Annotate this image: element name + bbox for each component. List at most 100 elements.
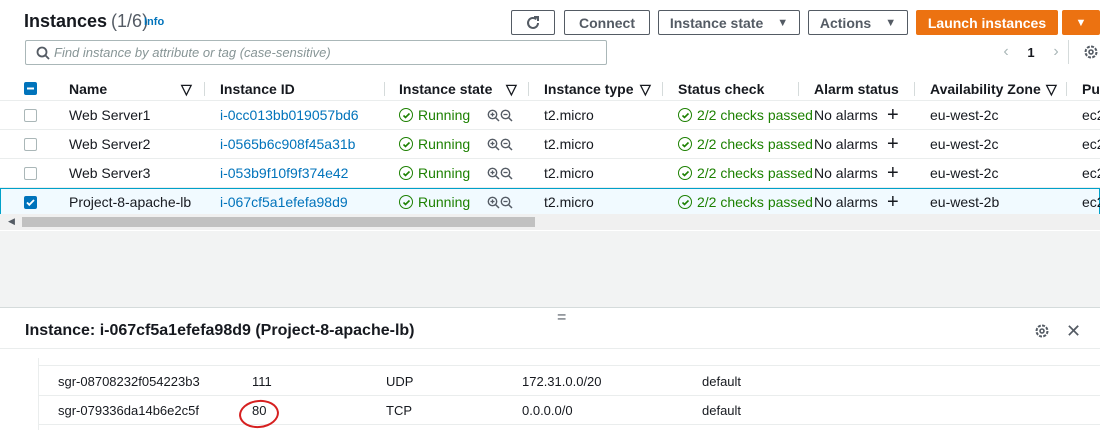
page-title: Instances (1/6) (24, 11, 148, 32)
source: 172.31.0.0/20 (522, 374, 602, 389)
zoom-out-icon[interactable] (500, 167, 513, 180)
actions-button[interactable]: Actions ▼ (808, 10, 908, 35)
drag-handle-icon[interactable]: = (557, 309, 566, 327)
row-checkbox[interactable] (24, 196, 37, 209)
rule-id: sgr-079336da14b6e2c5f (58, 403, 199, 418)
status-check: 2/2 checks passed (678, 159, 813, 187)
col-public[interactable]: Pul (1082, 77, 1100, 101)
row-checkbox[interactable] (24, 109, 37, 122)
add-alarm-icon[interactable]: + (887, 130, 899, 158)
page-title-text: Instances (24, 11, 108, 31)
instance-id-link[interactable]: i-0cc013bb019057bd6 (220, 101, 359, 129)
check-circle-icon (678, 108, 692, 122)
availability-zone: eu-west-2c (930, 107, 999, 123)
next-page-icon[interactable]: › (1046, 43, 1066, 61)
col-instance-state[interactable]: Instance state (399, 77, 492, 101)
instance-type: t2.micro (544, 107, 594, 123)
col-instance-id[interactable]: Instance ID (220, 77, 295, 101)
settings-gear-icon[interactable] (1083, 44, 1099, 63)
zoom-icons (487, 188, 513, 216)
zoom-out-icon[interactable] (500, 196, 513, 209)
instance-id-link[interactable]: i-053b9f10f9f374e42 (220, 159, 348, 187)
col-public-label: Pul (1082, 81, 1100, 97)
state-label: Running (418, 165, 471, 181)
sort-icon[interactable]: ▽ (640, 77, 651, 101)
instance-type: t2.micro (544, 136, 594, 152)
zoom-in-icon[interactable] (487, 138, 500, 151)
instance-state: Running (399, 130, 470, 158)
protocol: TCP (386, 403, 412, 418)
split-divider (0, 307, 1100, 308)
add-alarm-icon[interactable]: + (887, 188, 899, 216)
zoom-icons (487, 159, 513, 187)
instance-state-label: Instance state (669, 14, 764, 31)
scroll-left-icon[interactable]: ◀ (8, 216, 15, 227)
add-alarm-icon[interactable]: + (887, 101, 899, 129)
instance-state-button[interactable]: Instance state ▼ (658, 10, 800, 35)
public-dns: ec2 (1082, 136, 1100, 152)
horizontal-scrollbar[interactable]: ◀ (0, 214, 1100, 230)
status-label: 2/2 checks passed (697, 194, 813, 210)
sort-icon[interactable]: ▽ (506, 77, 517, 101)
port-range: 111 (252, 374, 272, 389)
zoom-in-icon[interactable] (487, 196, 500, 209)
instance-id-link[interactable]: i-0565b6c908f45a31b (220, 130, 355, 158)
gear-icon[interactable] (1034, 323, 1050, 342)
prev-page-icon[interactable]: ‹ (996, 43, 1016, 61)
add-alarm-icon[interactable]: + (887, 159, 899, 187)
instance-state: Running (399, 101, 470, 129)
alarm-status: No alarms (814, 107, 878, 123)
table-row[interactable]: Web Server3 i-053b9f10f9f374e42 Running … (0, 159, 1100, 188)
zoom-out-icon[interactable] (500, 109, 513, 122)
column-divider (204, 82, 205, 96)
col-availability-zone[interactable]: Availability Zone (930, 77, 1041, 101)
row-checkbox[interactable] (24, 167, 37, 180)
instance-id-link[interactable]: i-067cf5a1efefa98d9 (220, 188, 348, 216)
col-alarm-status[interactable]: Alarm status (814, 77, 899, 101)
info-link[interactable]: Info (144, 16, 164, 28)
col-instance-type[interactable]: Instance type (544, 77, 633, 101)
table-row-selected[interactable]: Project-8-apache-lb i-067cf5a1efefa98d9 … (0, 188, 1100, 217)
caret-down-icon: ▼ (1075, 16, 1087, 29)
row-checkbox[interactable] (24, 138, 37, 151)
instances-table: Name ▽ Instance ID Instance state ▽ Inst… (0, 77, 1100, 217)
select-all-checkbox[interactable] (24, 82, 37, 95)
col-name[interactable]: Name (69, 77, 107, 101)
instance-name: Web Server2 (69, 136, 151, 152)
state-label: Running (418, 107, 471, 123)
check-circle-icon (678, 166, 692, 180)
col-instance-type-label: Instance type (544, 81, 634, 97)
current-page[interactable]: 1 (1016, 45, 1046, 60)
refresh-button[interactable] (511, 10, 555, 35)
instance-count: (1/6) (111, 11, 149, 31)
col-status-check[interactable]: Status check (678, 77, 764, 101)
divider (1068, 40, 1069, 64)
sort-icon[interactable]: ▽ (181, 77, 192, 101)
instance-type: t2.micro (544, 194, 594, 210)
scrollbar-thumb[interactable] (22, 217, 535, 227)
zoom-in-icon[interactable] (487, 167, 500, 180)
search-input[interactable] (54, 45, 574, 60)
zoom-icons (487, 101, 513, 129)
zoom-out-icon[interactable] (500, 138, 513, 151)
check-circle-icon (399, 137, 413, 151)
table-row[interactable]: Web Server2 i-0565b6c908f45a31b Running … (0, 130, 1100, 159)
col-instance-id-label: Instance ID (220, 81, 295, 97)
rule-id: sgr-08708232f054223b3 (58, 374, 200, 389)
col-name-label: Name (69, 81, 108, 97)
table-row[interactable]: Web Server1 i-0cc013bb019057bd6 Running … (0, 101, 1100, 130)
refresh-icon (527, 15, 539, 29)
sort-icon[interactable]: ▽ (1046, 77, 1057, 101)
zoom-icons (487, 130, 513, 158)
public-dns: ec2 (1082, 107, 1100, 123)
state-label: Running (418, 136, 471, 152)
launch-instances-button[interactable]: Launch instances (916, 10, 1058, 35)
close-icon[interactable]: ✕ (1066, 321, 1081, 342)
zoom-in-icon[interactable] (487, 109, 500, 122)
connect-button[interactable]: Connect (564, 10, 650, 35)
actions-label: Actions (819, 14, 872, 31)
search-box[interactable] (25, 40, 607, 65)
launch-options-button[interactable]: ▼ (1062, 10, 1100, 35)
availability-zone: eu-west-2c (930, 165, 999, 181)
instance-type: t2.micro (544, 165, 594, 181)
